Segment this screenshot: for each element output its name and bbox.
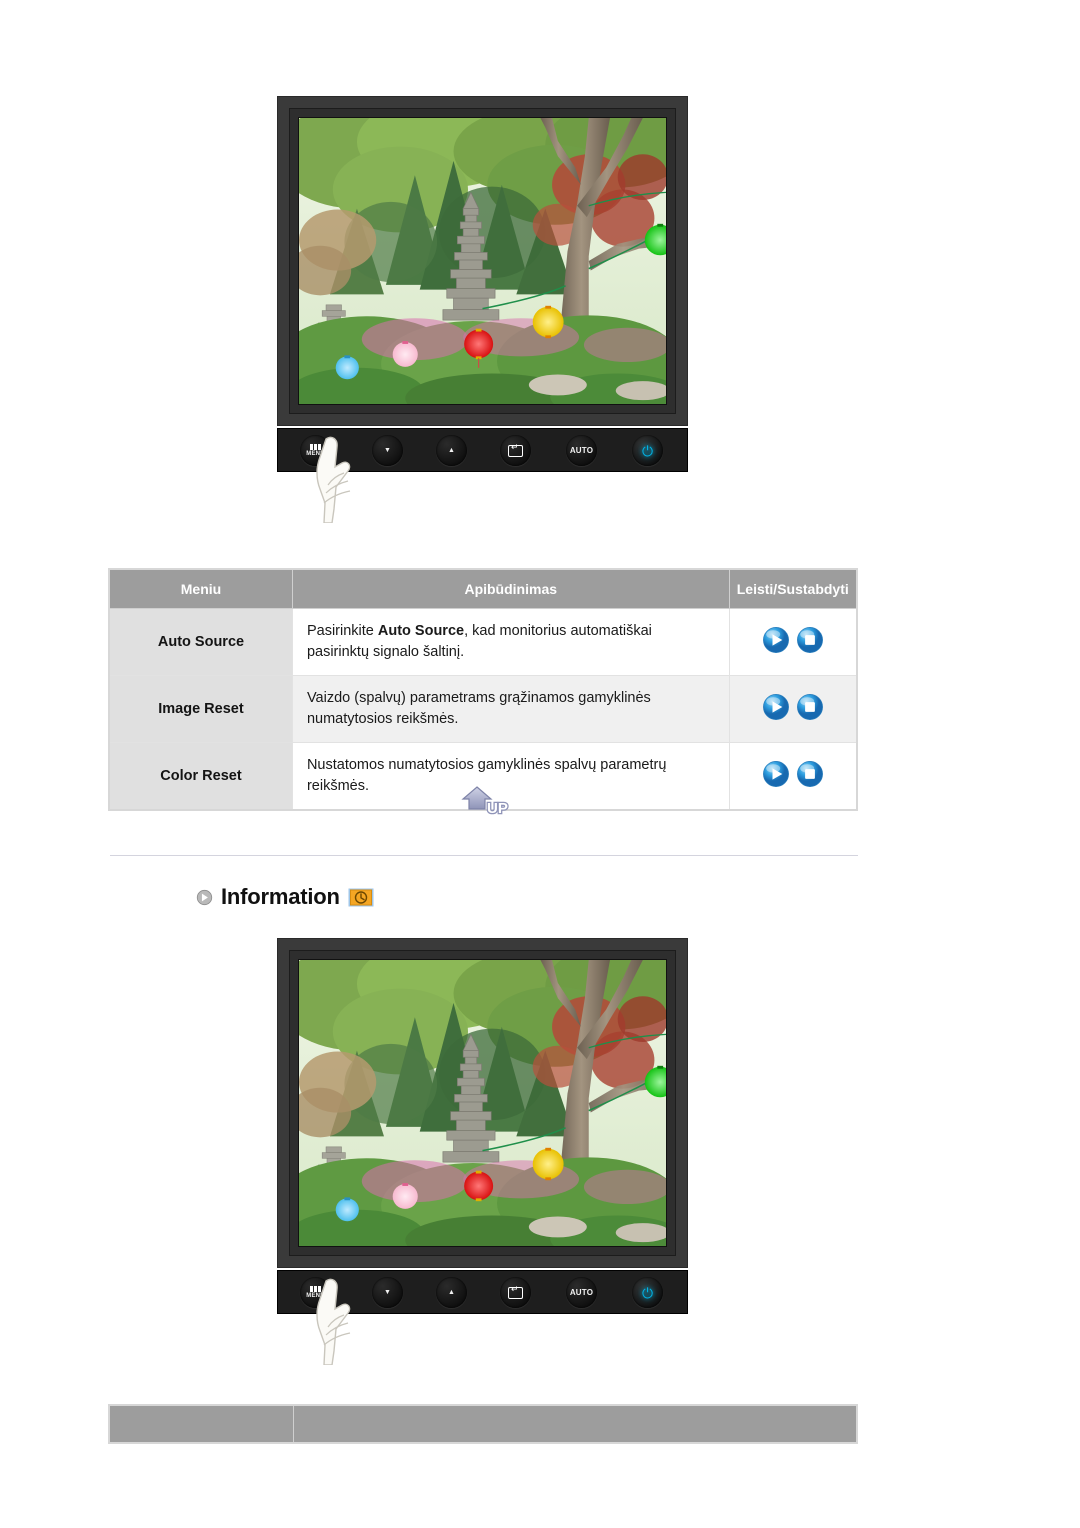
table-header-row [108,1404,858,1444]
enter-icon [508,442,523,457]
table-row: Image Reset Vaizdo (spalvų) parametrams … [108,675,858,744]
monitor-screen-photo-top [298,117,667,405]
monitor-outer-bezel [277,938,688,1268]
stop-button[interactable] [796,626,824,654]
menu-button[interactable]: MENU [300,1277,331,1308]
section-divider [110,855,858,856]
up-button[interactable]: UP [461,785,521,819]
desc-prefix: Pasirinkite [306,623,378,639]
monitor-inner-bezel [289,950,676,1256]
up-brightness-button[interactable]: ▲ [436,435,467,466]
information-clock-icon [348,888,374,906]
power-icon: ⏻ [641,1284,654,1301]
column-header-menu: Meniu [108,568,293,609]
cell-menu-name: Color Reset [108,742,293,811]
monitor-inner-bezel [289,108,676,414]
enter-source-button[interactable] [500,1277,531,1308]
cell-play-stop [728,675,858,744]
circle-arrow-right-icon [196,889,213,905]
power-button[interactable]: ⏻ [632,1277,663,1308]
menu-button[interactable]: MENU [300,435,331,466]
auto-button[interactable]: AUTO [566,1277,597,1308]
column-header-description: Apibūdinimas [291,568,730,609]
garden-photo-svg [299,118,666,404]
monitor-control-bar-bottom: MENU ▼ ▲ AUTO ⏻ [277,1270,688,1365]
enter-icon [508,1284,523,1299]
table-header-row: Meniu Apibūdinimas Leisti/Sustabdyti [108,568,858,609]
cell-description: Vaizdo (spalvų) parametrams grąžinamos g… [291,675,730,744]
power-button[interactable]: ⏻ [632,435,663,466]
up-button-label: UP [486,799,509,819]
power-icon: ⏻ [641,442,654,459]
menu-button-label: MENU [306,451,325,457]
cell-menu-name: Image Reset [108,675,293,744]
auto-button[interactable]: AUTO [566,435,597,466]
stop-button[interactable] [796,760,824,788]
down-arrow-icon: ▼ [384,1289,391,1296]
osd-menu-table: Meniu Apibūdinimas Leisti/Sustabdyti Aut… [108,568,858,812]
down-button[interactable]: ▼ [372,1277,403,1308]
menu-bars-icon [310,1286,321,1292]
up-brightness-button[interactable]: ▲ [436,1277,467,1308]
auto-button-label: AUTO [569,445,594,455]
play-button[interactable] [762,693,790,721]
up-arrow-brightness-icon: ▲ [448,1289,455,1296]
play-button[interactable] [762,626,790,654]
garden-photo-svg [299,960,666,1246]
monitor-illustration-top [277,96,688,426]
stop-button[interactable] [796,693,824,721]
monitor-outer-bezel [277,96,688,426]
enter-source-button[interactable] [500,435,531,466]
monitor-control-bar-top: MENU ▼ ▲ AUTO ⏻ [277,428,688,523]
svg-text:UP: UP [487,800,508,817]
cell-play-stop [728,607,858,677]
desc-bold: Auto Source [377,623,465,639]
up-arrow-brightness-icon: ▲ [448,447,455,454]
cell-menu-name: Auto Source [108,607,293,677]
down-arrow-icon: ▼ [384,447,391,454]
monitor-illustration-bottom [277,938,688,1268]
page-title: Information [221,884,340,909]
column-header-play-stop: Leisti/Sustabdyti [728,568,858,609]
desc-prefix: Vaizdo (spalvų) parametrams grąžinamos g… [306,690,651,728]
table-row: Auto Source Pasirinkite Auto Source, kad… [108,607,858,677]
auto-button-label: AUTO [569,1287,594,1297]
next-section-table-header [108,1404,858,1444]
cell-play-stop [728,742,858,811]
menu-button-label: MENU [306,1293,325,1299]
monitor-screen-photo-bottom [298,959,667,1247]
information-section-heading: Information [196,884,374,910]
column-header-description-empty [292,1404,858,1444]
menu-bars-icon [310,444,321,450]
down-button[interactable]: ▼ [372,435,403,466]
cell-description: Pasirinkite Auto Source, kad monitorius … [291,607,730,677]
play-button[interactable] [762,760,790,788]
column-header-menu-empty [108,1404,294,1444]
